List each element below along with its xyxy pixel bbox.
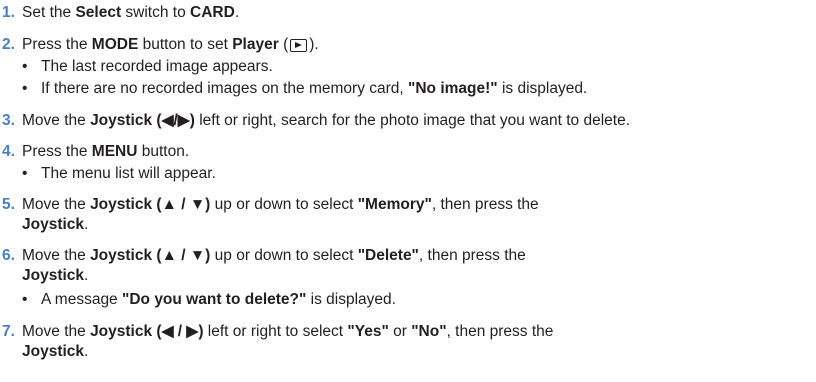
bullet-text: If there are no recorded images on the m…	[41, 80, 409, 97]
bullet-bold: "No image!"	[408, 80, 498, 97]
step-text: Move the	[22, 323, 91, 340]
step-bold: MENU	[91, 143, 138, 160]
step-text: .	[84, 216, 89, 233]
step-5-continuation: Joystick.	[22, 215, 88, 235]
step-bold: "No"	[411, 323, 447, 340]
step-text: switch to	[121, 4, 191, 21]
step-number: 6.	[2, 247, 15, 264]
step-6: 6. Move the Joystick (▲ / ▼) up or down t…	[2, 246, 526, 266]
bullet-dot: •	[22, 80, 28, 97]
step-4: 4. Press the MENU button.	[2, 142, 189, 162]
step-bold: "Delete"	[357, 247, 419, 264]
bullet-text: The last recorded image appears.	[41, 58, 273, 75]
step-2: 2. Press the MODE button to set Player ()…	[2, 35, 319, 55]
step-text: up or down to select	[210, 196, 358, 213]
step-text: Move the	[22, 247, 91, 264]
step-text: , then press the	[418, 247, 526, 264]
step-bold: MODE	[91, 36, 139, 53]
bullet-text: is displayed.	[306, 291, 396, 308]
step-bold: Joystick	[22, 343, 85, 360]
bullet-text: A message	[41, 291, 122, 308]
bullet-dot: •	[22, 291, 28, 308]
play-mode-icon	[290, 39, 308, 52]
step-bold: Joystick (▲ / ▼)	[90, 196, 211, 213]
step-text: .	[84, 343, 89, 360]
step-bold: "Memory"	[357, 196, 432, 213]
step-number: 1.	[2, 4, 15, 21]
step-text: button.	[137, 143, 190, 160]
step-7: 7. Move the Joystick (◀ / ▶) left or righ…	[2, 322, 553, 342]
step-bold: Joystick	[22, 216, 85, 233]
step-text: up or down to select	[210, 247, 358, 264]
bullet-text: is displayed.	[497, 80, 588, 97]
step-3: 3. Move the Joystick (◀/▶) left or right,…	[2, 111, 630, 131]
step-bold: CARD	[190, 4, 235, 21]
step-bold: "Yes"	[347, 323, 389, 340]
bullet-dot: •	[22, 165, 28, 182]
step-text: Press the	[22, 36, 92, 53]
step-text: .	[234, 4, 240, 21]
step-text: (	[278, 36, 289, 53]
step-text: Press the	[22, 143, 92, 160]
step-bold: Select	[75, 4, 122, 21]
step-bold: Joystick (◀ / ▶)	[90, 323, 204, 340]
step-text: .	[84, 267, 89, 284]
bullet-text: The menu list will appear.	[41, 165, 216, 182]
step-bold: Joystick (▲ / ▼)	[90, 247, 211, 264]
step-text: Set the	[22, 4, 76, 21]
step-number: 5.	[2, 196, 15, 213]
step-number: 2.	[2, 36, 15, 53]
step-bold: Player	[232, 36, 279, 53]
bullet-item: • The last recorded image appears.	[22, 57, 273, 77]
bullet-bold: "Do you want to delete?"	[122, 291, 307, 308]
step-text: , then press the	[446, 323, 554, 340]
step-text: ).	[309, 36, 319, 53]
bullet-item: • If there are no recorded images on the …	[22, 79, 587, 99]
step-bold: Joystick	[22, 267, 85, 284]
step-6-continuation: Joystick.	[22, 266, 88, 286]
step-bold: Joystick (◀/▶)	[90, 112, 195, 129]
step-number: 3.	[2, 112, 15, 129]
step-text: button to set	[138, 36, 233, 53]
step-text: left or right, search for the photo imag…	[194, 112, 631, 129]
step-number: 4.	[2, 143, 15, 160]
step-5: 5. Move the Joystick (▲ / ▼) up or down t…	[2, 195, 539, 215]
instruction-page: 1. Set the Select switch to CARD. 2. Press…	[0, 0, 816, 382]
step-text: Move the	[22, 112, 91, 129]
bullet-item: • The menu list will appear.	[22, 164, 216, 184]
step-1: 1. Set the Select switch to CARD.	[2, 3, 239, 23]
step-text: , then press the	[431, 196, 539, 213]
step-text: Move the	[22, 196, 91, 213]
step-7-continuation: Joystick.	[22, 342, 88, 362]
step-text: or	[388, 323, 412, 340]
bullet-item: • A message "Do you want to delete?" is d…	[22, 290, 396, 310]
bullet-dot: •	[22, 58, 28, 75]
step-text: left or right to select	[203, 323, 348, 340]
step-number: 7.	[2, 323, 15, 340]
